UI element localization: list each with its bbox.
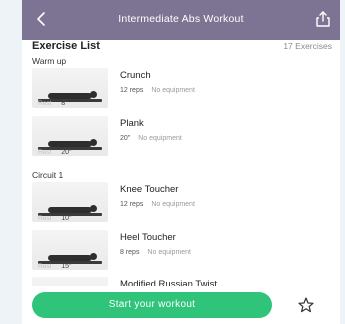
exercise-name: Knee Toucher xyxy=(120,184,179,195)
exercise-name: Heel Toucher xyxy=(120,232,176,243)
exercise-meta: 20" No equipment xyxy=(120,135,182,142)
favorite-button[interactable] xyxy=(297,296,315,314)
exercise-reps: 8 reps xyxy=(120,249,140,256)
section-label-circuit-1: Circuit 1 xyxy=(32,170,64,180)
section-label-warm-up: Warm up xyxy=(32,56,67,66)
rest-value: 20" xyxy=(61,149,72,156)
header-bar: Intermediate Abs Workout xyxy=(22,0,340,40)
exercise-equipment: No equipment xyxy=(138,135,182,142)
rest-value: 8" xyxy=(61,100,68,107)
exercise-item-plank[interactable]: Plank 20" No equipment xyxy=(32,116,332,162)
exercise-count: 17 Exercises xyxy=(283,41,332,51)
app-screen: Intermediate Abs Workout Exercise List 1… xyxy=(22,0,340,324)
rest-label: Rest xyxy=(38,149,52,156)
exercise-item-knee-toucher[interactable]: Knee Toucher 12 reps No equipment xyxy=(32,182,332,228)
rest-row: Rest 20" xyxy=(38,149,71,156)
back-button[interactable] xyxy=(32,9,52,29)
chevron-left-icon xyxy=(37,12,45,26)
exercise-name: Crunch xyxy=(120,70,151,81)
rest-row: Rest 10" xyxy=(38,215,71,222)
rest-row: Rest 15" xyxy=(38,263,71,270)
exercise-item-crunch[interactable]: Crunch 12 reps No equipment xyxy=(32,68,332,114)
exercise-equipment: No equipment xyxy=(151,201,195,208)
exercise-meta: 12 reps No equipment xyxy=(120,87,195,94)
page-title: Intermediate Abs Workout xyxy=(118,13,244,25)
exercise-equipment: No equipment xyxy=(151,87,195,94)
exercise-meta: 8 reps No equipment xyxy=(120,249,191,256)
exercise-item-heel-toucher[interactable]: Heel Toucher 8 reps No equipment xyxy=(32,230,332,276)
rest-value: 15" xyxy=(61,263,72,270)
rest-row: Rest 8" xyxy=(38,100,68,107)
star-outline-icon xyxy=(298,297,314,313)
exercise-reps: 12 reps xyxy=(120,87,144,94)
exercise-name: Plank xyxy=(120,118,144,129)
exercise-reps: 12 reps xyxy=(120,201,144,208)
exercise-reps: 20" xyxy=(120,135,131,142)
rest-value: 10" xyxy=(61,215,72,222)
exercise-equipment: No equipment xyxy=(147,249,192,256)
rest-label: Rest xyxy=(38,263,52,270)
share-icon xyxy=(316,11,330,27)
exercise-list: Exercise List 17 Exercises Warm up Crunc… xyxy=(22,40,340,324)
bottom-action-bar: Start your workout xyxy=(22,286,340,324)
exercise-meta: 12 reps No equipment xyxy=(120,201,195,208)
list-title: Exercise List xyxy=(32,40,100,52)
rest-label: Rest xyxy=(38,215,52,222)
list-header: Exercise List 17 Exercises xyxy=(32,40,332,58)
start-workout-button[interactable]: Start your workout xyxy=(32,292,272,318)
share-button[interactable] xyxy=(314,10,332,28)
rest-label: Rest xyxy=(38,100,52,107)
